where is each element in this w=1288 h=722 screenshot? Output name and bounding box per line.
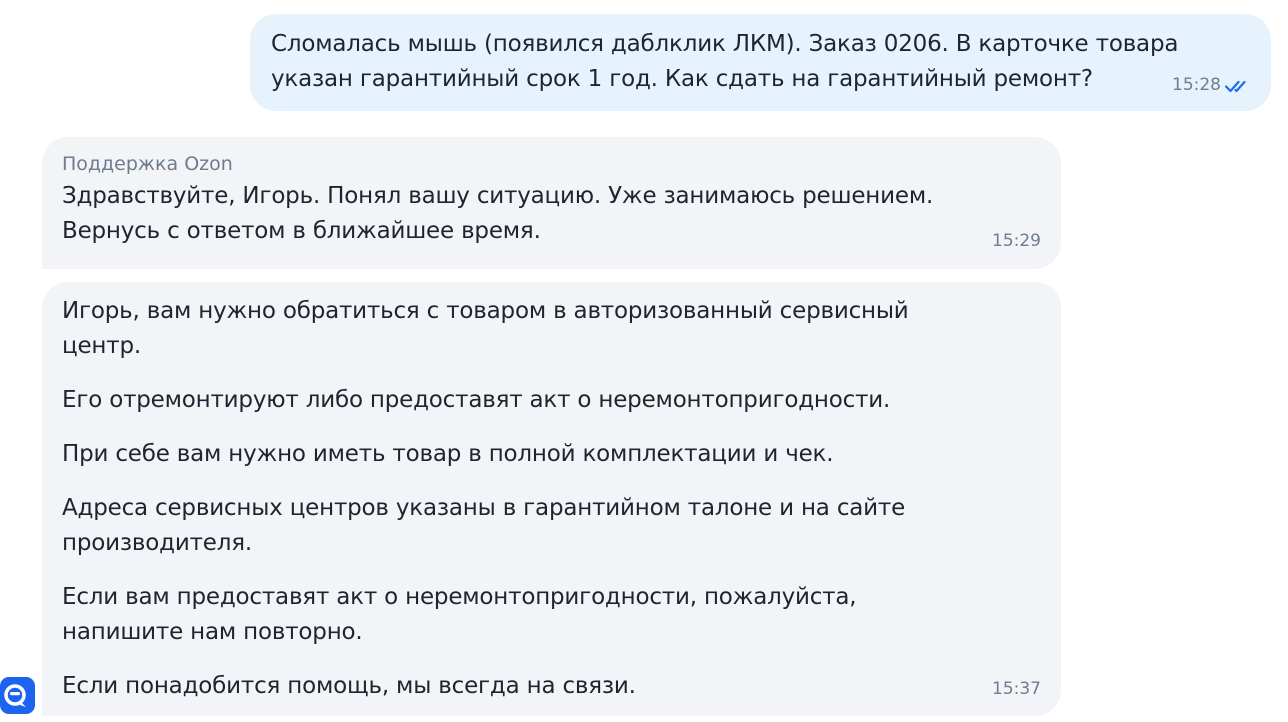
sender-name: Поддержка Ozon <box>62 153 233 175</box>
message-paragraph: Адреса сервисных центров указаны в гаран… <box>62 491 1041 561</box>
incoming-message-bubble: Игорь, вам нужно обратиться с товаром в … <box>42 282 1061 716</box>
outgoing-message-time: 15:28 <box>1172 75 1221 95</box>
paragraph-line: Игорь, вам нужно обратиться с товаром в … <box>62 298 909 324</box>
ozon-support-avatar-icon <box>0 677 35 714</box>
paragraph-line: При себе вам нужно иметь товар в полной … <box>62 441 834 467</box>
message-paragraph: Игорь, вам нужно обратиться с товаром в … <box>62 294 1041 364</box>
avatar-glyph-icon <box>4 684 26 707</box>
paragraph-line: Если понадобится помощь, мы всегда на св… <box>62 673 636 699</box>
paragraph-line: Его отремонтируют либо предоставят акт о… <box>62 387 891 413</box>
paragraph-line: напишите нам повторно. <box>62 619 363 645</box>
message-paragraph: Если понадобится помощь, мы всегда на св… <box>62 669 1041 704</box>
incoming-message-time: 15:29 <box>992 231 1041 251</box>
paragraph-line: Адреса сервисных центров указаны в гаран… <box>62 495 906 521</box>
incoming-message-line-2: Вернусь с ответом в ближайшее время. <box>62 218 541 244</box>
incoming-message-bubble: Поддержка Ozon Здравствуйте, Игорь. Поня… <box>42 137 1061 269</box>
message-paragraph: Его отремонтируют либо предоставят акт о… <box>62 383 1041 418</box>
double-check-icon <box>1225 80 1246 93</box>
incoming-message-time: 15:37 <box>992 679 1041 699</box>
message-paragraph: При себе вам нужно иметь товар в полной … <box>62 437 1041 472</box>
paragraph-line: центр. <box>62 333 141 359</box>
message-paragraph: Если вам предоставят акт о неремонтоприг… <box>62 580 1041 650</box>
incoming-message-line-1: Здравствуйте, Игорь. Понял вашу ситуацию… <box>62 183 934 209</box>
paragraph-line: производителя. <box>62 530 252 556</box>
paragraph-line: Если вам предоставят акт о неремонтоприг… <box>62 584 857 610</box>
outgoing-message-line-1: Сломалась мышь (появился даблклик ЛКМ). … <box>271 31 1179 57</box>
outgoing-message-line-2: указан гарантийный срок 1 год. Как сдать… <box>271 66 1093 92</box>
outgoing-message-bubble: Сломалась мышь (появился даблклик ЛКМ). … <box>250 14 1271 111</box>
